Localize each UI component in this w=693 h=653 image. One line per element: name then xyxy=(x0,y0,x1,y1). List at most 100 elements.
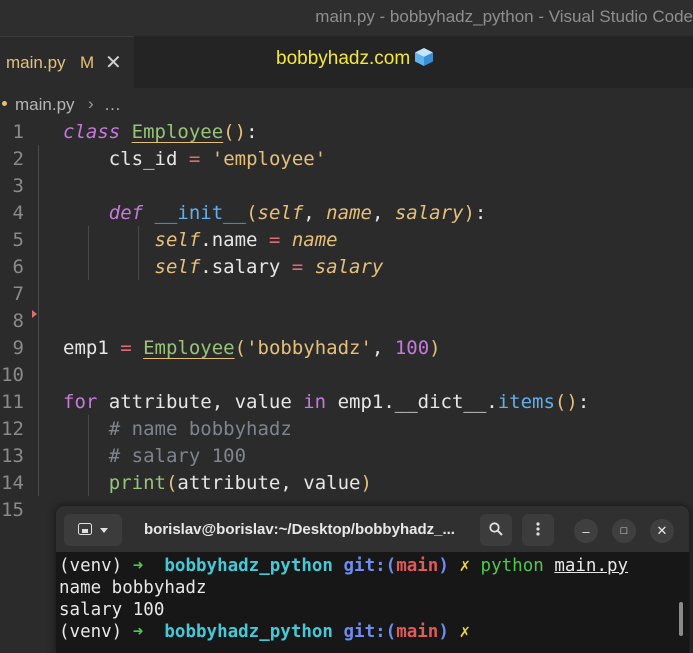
minimize-icon: – xyxy=(582,523,590,539)
code-token: = xyxy=(268,229,281,251)
search-icon xyxy=(489,521,503,539)
terminal-token: (venv) xyxy=(59,556,133,576)
code-token: attribute, value xyxy=(97,391,304,413)
code-token: for xyxy=(63,391,98,413)
terminal-token: salary 100 xyxy=(59,600,165,620)
code-line[interactable]: 10 xyxy=(0,361,693,388)
code-token: items xyxy=(497,391,555,413)
code-token: salary xyxy=(394,202,464,224)
terminal-token: ) xyxy=(438,622,449,642)
code-text: self.name = name xyxy=(63,229,338,251)
code-line[interactable]: 8 xyxy=(0,307,693,334)
tab-bar: main.py M ✕ bobbyhadz.com xyxy=(0,36,693,88)
terminal-token: python xyxy=(480,556,544,576)
line-number: 13 xyxy=(1,445,24,467)
code-token: 100 xyxy=(394,337,430,359)
code-line[interactable]: 7 xyxy=(0,280,693,307)
code-token: () xyxy=(223,121,247,143)
code-token: .name xyxy=(200,229,269,251)
code-token: 'employee' xyxy=(211,148,327,170)
new-terminal-tab-button[interactable] xyxy=(64,514,122,546)
window-title: main.py - bobbyhadz_python - Visual Stud… xyxy=(315,7,693,26)
line-number: 2 xyxy=(12,148,24,170)
terminal-token: ➜ xyxy=(132,622,144,642)
ice-cube-icon xyxy=(414,47,434,70)
search-button[interactable] xyxy=(480,514,512,546)
code-line[interactable]: 9 emp1 = Employee('bobbyhadz', 100) xyxy=(0,334,693,361)
code-line[interactable]: 13 # salary 100 xyxy=(0,442,693,469)
code-line[interactable]: 11 for attribute, value in emp1.__dict__.… xyxy=(0,388,693,415)
close-button[interactable]: ✕ xyxy=(650,519,674,543)
line-number: 11 xyxy=(1,391,24,413)
close-icon[interactable]: ✕ xyxy=(105,50,122,75)
code-line[interactable]: 2 cls_id = 'employee' xyxy=(0,145,693,172)
code-token: = xyxy=(291,256,304,278)
breadcrumb-file[interactable]: main.py xyxy=(15,95,75,115)
code-line[interactable]: 5 self.name = name xyxy=(0,226,693,253)
terminal-scrollbar[interactable] xyxy=(679,602,683,636)
code-token: = xyxy=(188,148,201,170)
terminal-header: borislav@borislav:~/Desktop/bobbyhadz_..… xyxy=(56,506,689,552)
line-number: 1 xyxy=(12,121,24,143)
terminal-token: (venv) xyxy=(59,622,133,642)
code-line[interactable]: 4 def __init__(self, name, salary): xyxy=(0,199,693,226)
code-token: name xyxy=(326,202,372,224)
terminal-token: main.py xyxy=(554,556,629,576)
code-token: ( xyxy=(234,337,247,359)
breadcrumb: main.py › … xyxy=(0,92,693,116)
code-line[interactable]: 14 print(attribute, value) xyxy=(0,469,693,496)
code-text: self.salary = salary xyxy=(63,256,384,278)
code-text: class Employee(): xyxy=(63,121,258,143)
menu-button[interactable] xyxy=(522,514,554,546)
fold-marker-icon[interactable] xyxy=(32,310,37,318)
terminal-line: (venv) ➜ bobbyhadz_python git:(main) ✗ xyxy=(59,622,470,642)
code-token: emp1 xyxy=(63,337,121,359)
code-line[interactable]: 1 class Employee(): xyxy=(0,118,693,145)
site-banner: bobbyhadz.com xyxy=(276,47,434,70)
terminal-window[interactable]: borislav@borislav:~/Desktop/bobbyhadz_..… xyxy=(56,506,689,653)
line-number: 7 xyxy=(12,283,24,305)
code-text: # name bobbyhadz xyxy=(63,418,292,440)
terminal-token: ➜ xyxy=(132,556,144,576)
terminal-token: git:( xyxy=(343,622,397,642)
code-token: ( xyxy=(246,202,258,224)
code-text: for attribute, value in emp1.__dict__.it… xyxy=(63,391,589,413)
terminal-token: bobbyhadz_python xyxy=(164,622,333,642)
code-token: def xyxy=(108,202,144,224)
breadcrumb-more[interactable]: … xyxy=(104,95,121,115)
terminal-line: (venv) ➜ bobbyhadz_python git:(main) ✗ p… xyxy=(59,556,628,576)
code-token: 'bobbyhadz' xyxy=(246,337,372,359)
terminal-token: git:( xyxy=(343,556,397,576)
code-token: print xyxy=(108,472,166,494)
kebab-menu-icon xyxy=(536,521,540,539)
terminal-token: ✗ xyxy=(459,622,470,642)
maximize-button[interactable]: □ xyxy=(612,519,636,543)
code-line[interactable]: 12 # name bobbyhadz xyxy=(0,415,693,442)
code-line[interactable]: 6 self.salary = salary xyxy=(0,253,693,280)
code-token: salary xyxy=(314,256,384,278)
code-token: __init__ xyxy=(154,202,247,224)
minimize-button[interactable]: – xyxy=(574,519,598,543)
code-line[interactable]: 3 xyxy=(0,172,693,199)
terminal-tab-icon xyxy=(78,522,92,538)
code-text: print(attribute, value) xyxy=(63,472,372,494)
code-token: : xyxy=(246,121,258,143)
terminal-token: main xyxy=(396,556,439,576)
code-token: emp1.__dict__. xyxy=(326,391,498,413)
terminal-output[interactable]: (venv) ➜ bobbyhadz_python git:(main) ✗ p… xyxy=(56,552,689,653)
code-token: ) xyxy=(463,202,475,224)
tab-main-py[interactable]: main.py M ✕ xyxy=(0,36,134,88)
line-number: 12 xyxy=(1,418,24,440)
line-number: 4 xyxy=(12,202,24,224)
code-token: self xyxy=(154,229,201,251)
